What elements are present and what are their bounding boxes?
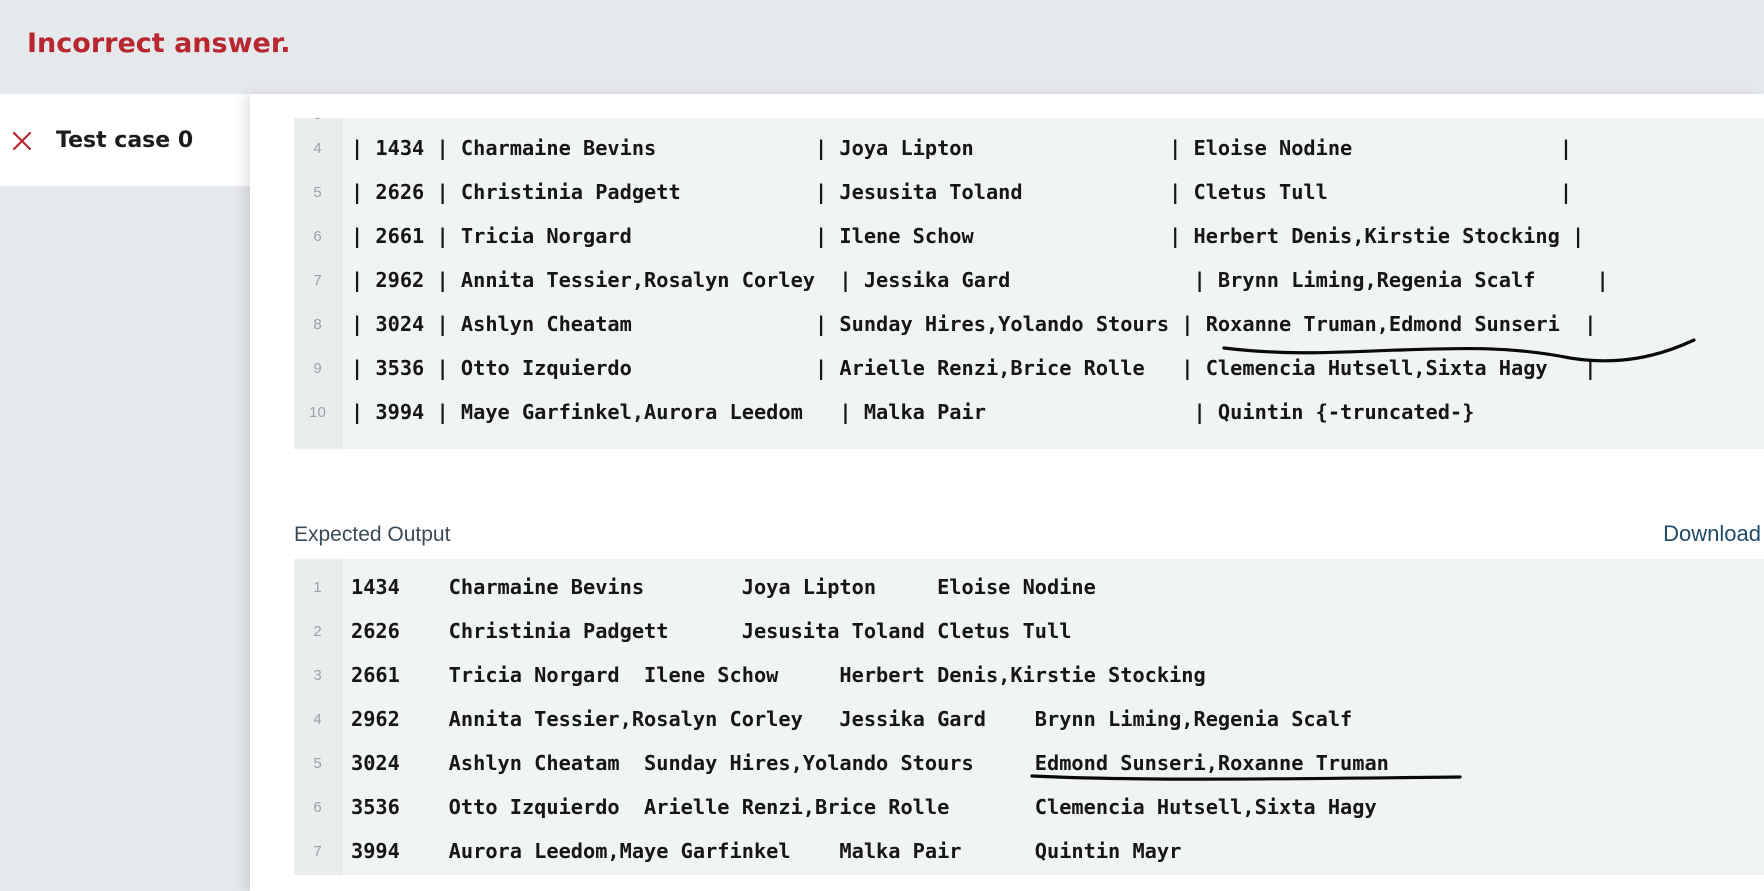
code-line: 4 2962 Annita Tessier,Rosalyn Corley Jes… — [294, 697, 1764, 741]
code-line: 4 | 1434 | Charmaine Bevins | Joya Lipto… — [294, 126, 1764, 170]
line-number: 3 — [313, 666, 322, 684]
expected-output-label: Expected Output — [294, 523, 451, 546]
line-number: 5 — [313, 183, 322, 201]
line-number: 3 — [294, 118, 341, 123]
line-number: 7 — [313, 842, 322, 860]
code-text: | 2661 | Tricia Norgard | Ilene Schow | … — [351, 224, 1585, 248]
line-number: 6 — [313, 798, 322, 816]
test-case-sidebar — [0, 94, 250, 891]
code-line: 7 | 2962 | Annita Tessier,Rosalyn Corley… — [294, 258, 1764, 302]
line-number: 7 — [313, 271, 322, 289]
code-line: 5 3024 Ashlyn Cheatam Sunday Hires,Yolan… — [294, 741, 1764, 785]
code-text: 2626 Christinia Padgett Jesusita Toland … — [351, 619, 1072, 643]
code-text: | 3994 | Maye Garfinkel,Aurora Leedom | … — [351, 400, 1475, 424]
code-line: 1 1434 Charmaine Bevins Joya Lipton Eloi… — [294, 565, 1764, 609]
code-text: | 3024 | Ashlyn Cheatam | Sunday Hires,Y… — [351, 312, 1597, 336]
code-text: | 2962 | Annita Tessier,Rosalyn Corley |… — [351, 268, 1609, 292]
your-output-code-block[interactable]: 3 4 | 1434 | Charmaine Bevins | Joya Lip… — [294, 118, 1764, 449]
code-text: 1434 Charmaine Bevins Joya Lipton Eloise… — [351, 575, 1096, 599]
code-text: 3994 Aurora Leedom,Maye Garfinkel Malka … — [351, 839, 1182, 863]
code-text: 2962 Annita Tessier,Rosalyn Corley Jessi… — [351, 707, 1353, 731]
code-text: 3024 Ashlyn Cheatam Sunday Hires,Yolando… — [351, 751, 1389, 775]
code-line: 6 3536 Otto Izquierdo Arielle Renzi,Bric… — [294, 785, 1764, 829]
line-number: 8 — [313, 315, 322, 333]
result-header: Incorrect answer. — [0, 0, 1764, 94]
code-line: 8 | 3024 | Ashlyn Cheatam | Sunday Hires… — [294, 302, 1764, 346]
code-line: 7 3994 Aurora Leedom,Maye Garfinkel Malk… — [294, 829, 1764, 873]
code-line: 3 2661 Tricia Norgard Ilene Schow Herber… — [294, 653, 1764, 697]
code-text: 2661 Tricia Norgard Ilene Schow Herbert … — [351, 663, 1206, 687]
code-text: | 3536 | Otto Izquierdo | Arielle Renzi,… — [351, 356, 1597, 380]
test-case-label: Test case 0 — [56, 128, 194, 153]
line-number: 4 — [313, 710, 322, 728]
line-number: 10 — [309, 403, 326, 421]
code-line: 5 | 2626 | Christinia Padgett | Jesusita… — [294, 170, 1764, 214]
code-text: | 2626 | Christinia Padgett | Jesusita T… — [351, 180, 1573, 204]
line-number: 5 — [313, 754, 322, 772]
download-link[interactable]: Download — [1663, 521, 1761, 547]
line-number: 9 — [313, 359, 322, 377]
line-number: 1 — [313, 578, 322, 596]
close-x-icon — [12, 131, 32, 151]
line-number: 4 — [313, 139, 322, 157]
expected-output-code-block[interactable]: 1 1434 Charmaine Bevins Joya Lipton Eloi… — [294, 559, 1764, 875]
code-line: 9 | 3536 | Otto Izquierdo | Arielle Renz… — [294, 346, 1764, 390]
code-text: 3536 Otto Izquierdo Arielle Renzi,Brice … — [351, 795, 1377, 819]
line-number: 6 — [313, 227, 322, 245]
code-line: 10 | 3994 | Maye Garfinkel,Aurora Leedom… — [294, 390, 1764, 434]
incorrect-answer-title: Incorrect answer. — [27, 28, 291, 59]
line-number: 2 — [313, 622, 322, 640]
code-text: | 1434 | Charmaine Bevins | Joya Lipton … — [351, 136, 1573, 160]
code-line: 6 | 2661 | Tricia Norgard | Ilene Schow … — [294, 214, 1764, 258]
code-line: 2 2626 Christinia Padgett Jesusita Tolan… — [294, 609, 1764, 653]
